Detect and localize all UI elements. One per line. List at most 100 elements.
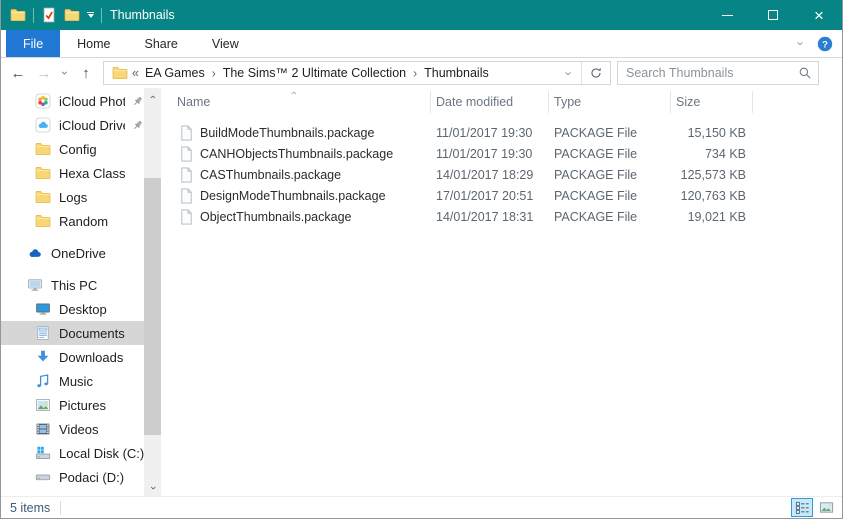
toolbar-separator: [101, 8, 102, 23]
pictures-icon: [35, 397, 51, 413]
minimize-button[interactable]: [704, 0, 750, 30]
sidebar-item-desktop[interactable]: Desktop: [1, 297, 144, 321]
sidebar-item-icloud-drive[interactable]: iCloud Drive: [1, 113, 144, 137]
tab-file[interactable]: File: [6, 30, 60, 57]
file-date-modified: 17/01/2017 20:51: [431, 189, 549, 203]
column-header-name[interactable]: Name: [161, 88, 431, 116]
sidebar-item-icloud-photo[interactable]: iCloud Photo: [1, 89, 144, 113]
file-icon: [179, 167, 194, 183]
column-header-type[interactable]: Type: [549, 88, 671, 116]
sidebar-item-hexa-class[interactable]: Hexa Class: [1, 161, 144, 185]
folder-icon: [35, 141, 51, 157]
help-icon[interactable]: ?: [817, 36, 833, 52]
maximize-button[interactable]: [750, 0, 796, 30]
scrollbar-thumb[interactable]: [144, 178, 161, 435]
divider: [60, 501, 61, 515]
file-size: 734 KB: [671, 147, 753, 161]
file-rows: BuildModeThumbnails.package 11/01/2017 1…: [161, 116, 842, 227]
file-row[interactable]: ObjectThumbnails.package 14/01/2017 18:3…: [161, 206, 842, 227]
file-row[interactable]: DesignModeThumbnails.package 17/01/2017 …: [161, 185, 842, 206]
this-pc-icon: [27, 277, 43, 293]
forward-button[interactable]: →: [31, 60, 57, 86]
location-folder-icon[interactable]: [112, 65, 128, 81]
title-bar: Thumbnails ×: [1, 0, 842, 30]
icloud-photos-icon: [35, 93, 51, 109]
pin-icon: [131, 95, 144, 108]
sidebar-item-config[interactable]: Config: [1, 137, 144, 161]
file-name: BuildModeThumbnails.package: [200, 126, 374, 140]
sidebar-item-podaci-d[interactable]: Podaci (D:): [1, 465, 144, 489]
chevron-right-icon[interactable]: ›: [410, 65, 420, 80]
new-folder-icon[interactable]: [64, 7, 80, 23]
large-thumbnails-view-button[interactable]: [815, 498, 837, 517]
main-content: iCloud Photo iCloud Drive Config Hexa Cl…: [1, 88, 842, 496]
minimize-icon: [722, 15, 733, 16]
file-date-modified: 14/01/2017 18:31: [431, 210, 549, 224]
refresh-button[interactable]: [582, 62, 610, 84]
search-input[interactable]: [618, 66, 792, 80]
sidebar-item-local-disk-c[interactable]: Local Disk (C:): [1, 441, 144, 465]
videos-icon: [35, 421, 51, 437]
customize-quick-access-caret-icon[interactable]: [87, 12, 94, 18]
status-bar: 5 items: [1, 496, 842, 518]
file-type: PACKAGE File: [549, 210, 671, 224]
file-row[interactable]: BuildModeThumbnails.package 11/01/2017 1…: [161, 122, 842, 143]
sidebar-item-music[interactable]: Music: [1, 369, 144, 393]
search-box: [617, 61, 819, 85]
icloud-drive-icon: [35, 117, 51, 133]
music-icon: [35, 373, 51, 389]
file-type: PACKAGE File: [549, 147, 671, 161]
breadcrumb-item-thumbnails[interactable]: Thumbnails: [420, 66, 493, 80]
tab-view[interactable]: View: [195, 30, 256, 57]
folder-icon: [35, 165, 51, 181]
address-box[interactable]: « EA Games › The Sims™ 2 Ultimate Collec…: [103, 61, 611, 85]
column-header-date-modified[interactable]: Date modified: [431, 88, 549, 116]
file-row[interactable]: CANHObjectsThumbnails.package 11/01/2017…: [161, 143, 842, 164]
documents-icon: [35, 325, 51, 341]
file-name: CASThumbnails.package: [200, 168, 341, 182]
sidebar-item-documents[interactable]: Documents: [1, 321, 144, 345]
breadcrumb-overflow[interactable]: «: [128, 66, 141, 80]
column-headers: › Name Date modified Type Size: [161, 88, 842, 116]
scroll-down-arrow-icon[interactable]: ›: [144, 479, 161, 496]
file-size: 120,763 KB: [671, 189, 753, 203]
close-button[interactable]: ×: [796, 0, 842, 30]
tab-home[interactable]: Home: [60, 30, 127, 57]
file-list-pane: › Name Date modified Type Size BuildMode…: [161, 88, 842, 496]
search-icon[interactable]: [792, 66, 818, 80]
sidebar-item-this-pc[interactable]: This PC: [1, 273, 144, 297]
tab-share[interactable]: Share: [128, 30, 195, 57]
sidebar-item-random[interactable]: Random: [1, 209, 144, 233]
column-header-size[interactable]: Size: [671, 88, 753, 116]
chevron-right-icon[interactable]: ›: [209, 65, 219, 80]
file-size: 19,021 KB: [671, 210, 753, 224]
file-name: CANHObjectsThumbnails.package: [200, 147, 393, 161]
breadcrumb-item-ea-games[interactable]: EA Games: [141, 66, 209, 80]
sidebar-item-downloads[interactable]: Downloads: [1, 345, 144, 369]
sidebar-item-logs[interactable]: Logs: [1, 185, 144, 209]
onedrive-icon: [27, 245, 43, 261]
back-button[interactable]: ←: [5, 60, 31, 86]
breadcrumb-item-sims2-collection[interactable]: The Sims™ 2 Ultimate Collection: [219, 66, 410, 80]
details-view-button[interactable]: [791, 498, 813, 517]
ribbon-tab-bar: File Home Share View › ?: [1, 30, 842, 58]
properties-check-icon[interactable]: [41, 7, 57, 23]
sidebar-scrollbar[interactable]: › ›: [144, 88, 161, 496]
recent-locations-chevron-icon[interactable]: ›: [57, 60, 73, 86]
view-toggles: [791, 498, 837, 517]
address-dropdown-chevron-icon[interactable]: ›: [557, 66, 581, 81]
up-button[interactable]: ↑: [73, 60, 99, 86]
file-size: 125,573 KB: [671, 168, 753, 182]
sidebar-item-pictures[interactable]: Pictures: [1, 393, 144, 417]
file-row[interactable]: CASThumbnails.package 14/01/2017 18:29 P…: [161, 164, 842, 185]
file-icon: [179, 146, 194, 162]
collapse-ribbon-chevron-icon[interactable]: ›: [793, 41, 808, 45]
navigation-pane: iCloud Photo iCloud Drive Config Hexa Cl…: [1, 88, 144, 496]
scroll-up-arrow-icon[interactable]: ›: [144, 88, 161, 105]
sidebar-item-videos[interactable]: Videos: [1, 417, 144, 441]
file-type: PACKAGE File: [549, 126, 671, 140]
file-name: ObjectThumbnails.package: [200, 210, 351, 224]
file-type: PACKAGE File: [549, 168, 671, 182]
item-count: 5 items: [10, 501, 50, 515]
sidebar-item-onedrive[interactable]: OneDrive: [1, 241, 144, 265]
